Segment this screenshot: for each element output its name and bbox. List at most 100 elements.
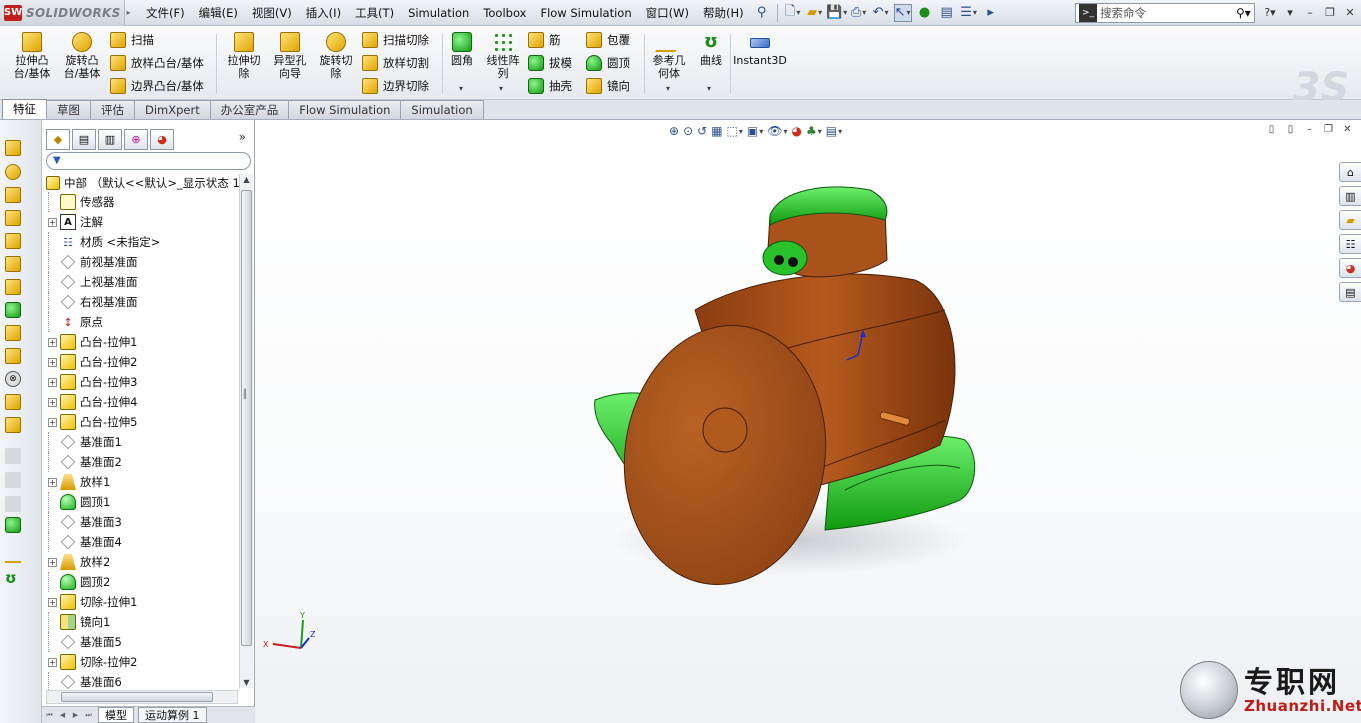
expand-toggle-icon[interactable]: + bbox=[48, 357, 57, 367]
hole-wizard-button[interactable]: 异型孔 向导 bbox=[268, 32, 312, 80]
tab-sketch[interactable]: 草图 bbox=[46, 100, 91, 119]
menu-edit[interactable]: 编辑(E) bbox=[192, 0, 245, 26]
rib-tool-icon[interactable] bbox=[5, 394, 21, 410]
tree-node[interactable]: 基准面5 bbox=[48, 632, 238, 652]
toolbar-overflow-icon[interactable]: ▸ bbox=[982, 4, 1000, 22]
tree-node[interactable]: 基准面4 bbox=[48, 532, 238, 552]
fillet-button[interactable]: 圆角 bbox=[446, 32, 478, 67]
extrude-tool-icon[interactable] bbox=[5, 140, 21, 156]
view-orientation-icon[interactable]: ⬚ bbox=[727, 123, 743, 139]
last-tab-icon[interactable]: ⏭ bbox=[83, 710, 94, 721]
expand-toggle-icon[interactable]: + bbox=[48, 397, 57, 407]
expand-toggle-icon[interactable]: + bbox=[48, 557, 57, 567]
tree-node[interactable]: + 凸台-拉伸1 bbox=[48, 332, 238, 352]
more-tabs-icon[interactable]: » bbox=[239, 130, 246, 144]
revolve-cut-tool-icon[interactable] bbox=[5, 256, 21, 272]
view-palette-icon[interactable]: ☷ bbox=[1339, 234, 1361, 254]
tree-node[interactable]: + 凸台-拉伸5 bbox=[48, 412, 238, 432]
tree-root-part[interactable]: 中部 （默认<<默认>_显示状态 1 bbox=[46, 174, 242, 192]
display-manager-tab-icon[interactable]: ◕ bbox=[150, 128, 174, 150]
draft-tool-icon[interactable] bbox=[5, 417, 21, 433]
tree-node[interactable]: 基准面2 bbox=[48, 452, 238, 472]
print-icon[interactable]: ⎙ bbox=[850, 4, 868, 22]
expand-toggle-icon[interactable]: + bbox=[48, 337, 57, 347]
draft-button[interactable]: 拔模 bbox=[528, 53, 572, 73]
scroll-up-icon[interactable]: ▲ bbox=[242, 175, 251, 184]
viewport-close-icon[interactable]: ✕ bbox=[1340, 122, 1355, 136]
search-icon[interactable]: ⚲▾ bbox=[1236, 6, 1254, 20]
loft-tool-icon[interactable] bbox=[5, 210, 21, 226]
tree-node[interactable]: 基准面6 bbox=[48, 672, 238, 692]
tree-node[interactable]: + 切除-拉伸1 bbox=[48, 592, 238, 612]
undo-icon[interactable]: ↶ bbox=[872, 4, 890, 22]
pattern-dropdown-icon[interactable]: ▾ bbox=[499, 84, 503, 93]
extrude-boss-button[interactable]: 拉伸凸 台/基体 bbox=[10, 32, 54, 80]
fillet-tool-icon[interactable] bbox=[5, 302, 21, 318]
tree-node[interactable]: ↕ 原点 bbox=[48, 312, 238, 332]
custom-properties-icon[interactable]: ▤ bbox=[1339, 282, 1361, 302]
view-settings-icon[interactable]: ▤ bbox=[826, 123, 842, 139]
mirror-button[interactable]: 镜向 bbox=[586, 76, 630, 96]
tree-node[interactable]: 基准面3 bbox=[48, 512, 238, 532]
file-explorer-icon[interactable]: ▰ bbox=[1339, 210, 1361, 230]
expand-toggle-icon[interactable]: + bbox=[48, 377, 57, 387]
tree-node[interactable]: 右视基准面 bbox=[48, 292, 238, 312]
loft-boss-button[interactable]: 放样凸台/基体 bbox=[110, 53, 204, 73]
dome-tool-icon[interactable] bbox=[5, 517, 21, 533]
save-icon[interactable]: 💾 bbox=[826, 4, 846, 22]
viewport-minimize-icon[interactable]: – bbox=[1302, 122, 1317, 136]
tab-features[interactable]: 特征 bbox=[2, 99, 47, 119]
pattern-tool-icon[interactable] bbox=[5, 448, 21, 464]
tab-model[interactable]: 模型 bbox=[98, 707, 134, 723]
zoom-to-area-icon[interactable]: ⊙ bbox=[683, 123, 693, 139]
scroll-down-icon[interactable]: ▼ bbox=[242, 678, 251, 687]
new-document-icon[interactable]: 🗋 bbox=[784, 4, 802, 22]
tree-node[interactable]: ☷ 材质 <未指定> bbox=[48, 232, 238, 252]
tab-simulation[interactable]: Simulation bbox=[400, 100, 484, 119]
tree-node[interactable]: + 凸台-拉伸3 bbox=[48, 372, 238, 392]
tree-node[interactable]: 圆顶1 bbox=[48, 492, 238, 512]
panel-splitter-handle[interactable]: ║ bbox=[242, 390, 250, 414]
menu-window[interactable]: 窗口(W) bbox=[639, 0, 696, 26]
hole-tool-icon[interactable]: ⊗ bbox=[5, 371, 21, 387]
viewport-layout-icon[interactable]: ▯ bbox=[1264, 122, 1279, 136]
select-pointer-icon[interactable]: ↖ bbox=[893, 3, 912, 22]
app-logo[interactable]: SW SOLIDWORKS ▸ bbox=[0, 0, 131, 26]
menu-flow-simulation[interactable]: Flow Simulation bbox=[533, 0, 638, 26]
expand-toggle-icon[interactable]: + bbox=[48, 597, 57, 607]
tree-node[interactable]: + 切除-拉伸2 bbox=[48, 652, 238, 672]
curves-tool-icon[interactable]: ʊ bbox=[5, 570, 21, 586]
section-view-icon[interactable]: ▦ bbox=[711, 123, 722, 139]
curves-button[interactable]: ʊ 曲线 bbox=[694, 32, 728, 68]
expand-icon[interactable]: ▾ bbox=[1281, 4, 1299, 20]
tree-node[interactable]: + 凸台-拉伸4 bbox=[48, 392, 238, 412]
tree-node[interactable]: + 凸台-拉伸2 bbox=[48, 352, 238, 372]
linear-pattern-button[interactable]: 线性阵 列 bbox=[482, 32, 524, 80]
mirror-tool-icon[interactable] bbox=[5, 472, 21, 488]
revolve-boss-button[interactable]: 旋转凸 台/基体 bbox=[60, 32, 104, 80]
menu-help[interactable]: 帮助(H) bbox=[696, 0, 751, 26]
expand-toggle-icon[interactable]: + bbox=[48, 477, 57, 487]
tree-node[interactable]: 前视基准面 bbox=[48, 252, 238, 272]
instant3d-button[interactable]: Instant3D bbox=[733, 32, 787, 67]
feature-manager-tab-icon[interactable]: ◆ bbox=[46, 128, 70, 150]
prev-tab-icon[interactable]: ◀ bbox=[57, 710, 68, 721]
search-commands-box[interactable]: >_ 搜索命令 ⚲▾ bbox=[1075, 3, 1255, 23]
chamfer-tool-icon[interactable] bbox=[5, 325, 21, 341]
boundary-cut-button[interactable]: 边界切除 bbox=[362, 76, 429, 96]
revolve-cut-button[interactable]: 旋转切 除 bbox=[314, 32, 358, 80]
tree-node[interactable]: 传感器 bbox=[48, 192, 238, 212]
wrap-button[interactable]: 包覆 bbox=[586, 30, 630, 50]
shell-tool-icon[interactable] bbox=[5, 348, 21, 364]
wrap-tool-icon[interactable] bbox=[5, 496, 21, 512]
tab-evaluate[interactable]: 评估 bbox=[90, 100, 135, 119]
next-tab-icon[interactable]: ▶ bbox=[70, 710, 81, 721]
appearances-icon[interactable]: ◕ bbox=[1339, 258, 1361, 278]
menu-view[interactable]: 视图(V) bbox=[245, 0, 299, 26]
tab-office-products[interactable]: 办公室产品 bbox=[209, 100, 290, 119]
menu-toolbox[interactable]: Toolbox bbox=[476, 0, 533, 26]
restore-icon[interactable]: ❐ bbox=[1321, 4, 1339, 20]
revolve-tool-icon[interactable] bbox=[5, 164, 21, 180]
tree-filter-input[interactable]: ▼ bbox=[46, 152, 251, 170]
apply-scene-icon[interactable]: ♣ bbox=[806, 123, 822, 139]
